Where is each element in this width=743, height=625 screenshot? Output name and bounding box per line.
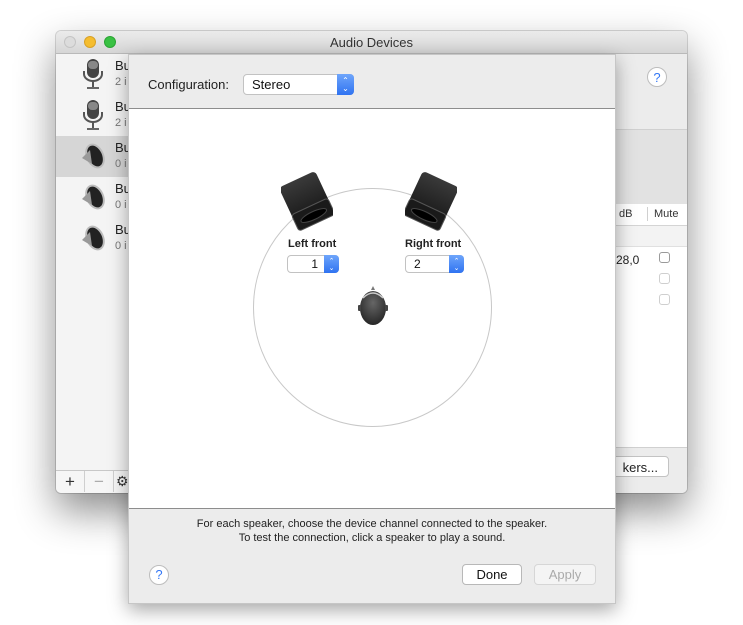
device-subtitle: 0 i — [115, 240, 127, 252]
device-list-toolbar: + − ⚙ — [56, 470, 129, 493]
device-item[interactable]: Bu 2 i — [56, 54, 131, 95]
device-item-selected[interactable]: Bu 0 i — [56, 136, 131, 177]
device-subtitle: 2 i — [115, 117, 127, 129]
window-title: Audio Devices — [329, 35, 414, 50]
configuration-label: Configuration: — [148, 77, 229, 92]
configuration-value: Stereo — [252, 77, 291, 92]
channel-value: 2 — [414, 257, 421, 271]
title-bar[interactable]: Audio Devices — [56, 31, 687, 54]
microphone-icon — [83, 100, 103, 130]
right-front-channel-select[interactable]: 2 ⌃ ⌄ — [405, 255, 464, 273]
instruction-line: To test the connection, click a speaker … — [238, 532, 506, 544]
left-front-speaker-icon[interactable] — [281, 171, 333, 231]
add-device-button[interactable]: + — [56, 471, 85, 492]
column-db: dB — [619, 208, 633, 220]
instruction-line: For each speaker, choose the device chan… — [196, 518, 548, 530]
configuration-select[interactable]: Stereo ⌃ ⌄ — [243, 74, 354, 95]
mute-checkbox[interactable] — [659, 252, 670, 263]
channel-table-master-row — [616, 226, 687, 247]
left-front-channel-select[interactable]: 1 ⌃ ⌄ — [287, 255, 339, 273]
device-subtitle: 0 i — [115, 199, 127, 211]
column-divider — [647, 207, 648, 221]
right-panel-footer: kers... — [606, 447, 687, 493]
done-button[interactable]: Done — [462, 564, 522, 585]
device-info-band — [616, 129, 687, 205]
chevron-updown-icon: ⌃ ⌄ — [324, 255, 339, 273]
speaker-icon — [82, 143, 105, 169]
device-subtitle: 2 i — [115, 76, 127, 88]
device-item[interactable]: Bu 0 i — [56, 177, 131, 218]
left-front-label: Left front — [288, 238, 337, 250]
mute-checkbox[interactable] — [659, 294, 670, 305]
mute-checkbox[interactable] — [659, 273, 670, 284]
chevron-updown-icon: ⌃ ⌄ — [337, 74, 354, 95]
microphone-icon — [83, 59, 103, 89]
right-front-speaker-icon[interactable] — [405, 171, 457, 231]
device-item[interactable]: Bu 2 i — [56, 95, 131, 136]
speaker-icon — [82, 225, 105, 251]
channel-table: 28,0 — [616, 247, 687, 447]
remove-device-button[interactable]: − — [85, 471, 114, 492]
db-value: 28,0 — [616, 253, 640, 267]
speaker-layout-area: Left front Right front 1 ⌃ ⌄ 2 ⌃ ⌄ — [129, 108, 615, 509]
device-item[interactable]: Bu 0 i — [56, 218, 131, 259]
listener-head-icon — [358, 286, 388, 325]
instructions-text: For each speaker, choose the device chan… — [129, 517, 615, 545]
channel-value: 1 — [311, 257, 318, 271]
chevron-updown-icon: ⌃ ⌄ — [449, 255, 464, 273]
right-front-label: Right front — [405, 238, 462, 250]
configure-speakers-sheet: Configuration: Stereo ⌃ ⌄ Left front Rig… — [128, 54, 616, 604]
apply-button[interactable]: Apply — [534, 564, 596, 585]
device-list: Bu 2 i Bu 2 i Bu 0 i Bu 0 i Bu 0 i — [56, 54, 131, 471]
help-button[interactable]: ? — [647, 67, 667, 87]
column-mute: Mute — [654, 208, 679, 220]
help-button[interactable]: ? — [149, 565, 169, 585]
speaker-icon — [82, 184, 105, 210]
device-subtitle: 0 i — [115, 158, 127, 170]
channel-table-header: dB Mute — [616, 204, 687, 226]
